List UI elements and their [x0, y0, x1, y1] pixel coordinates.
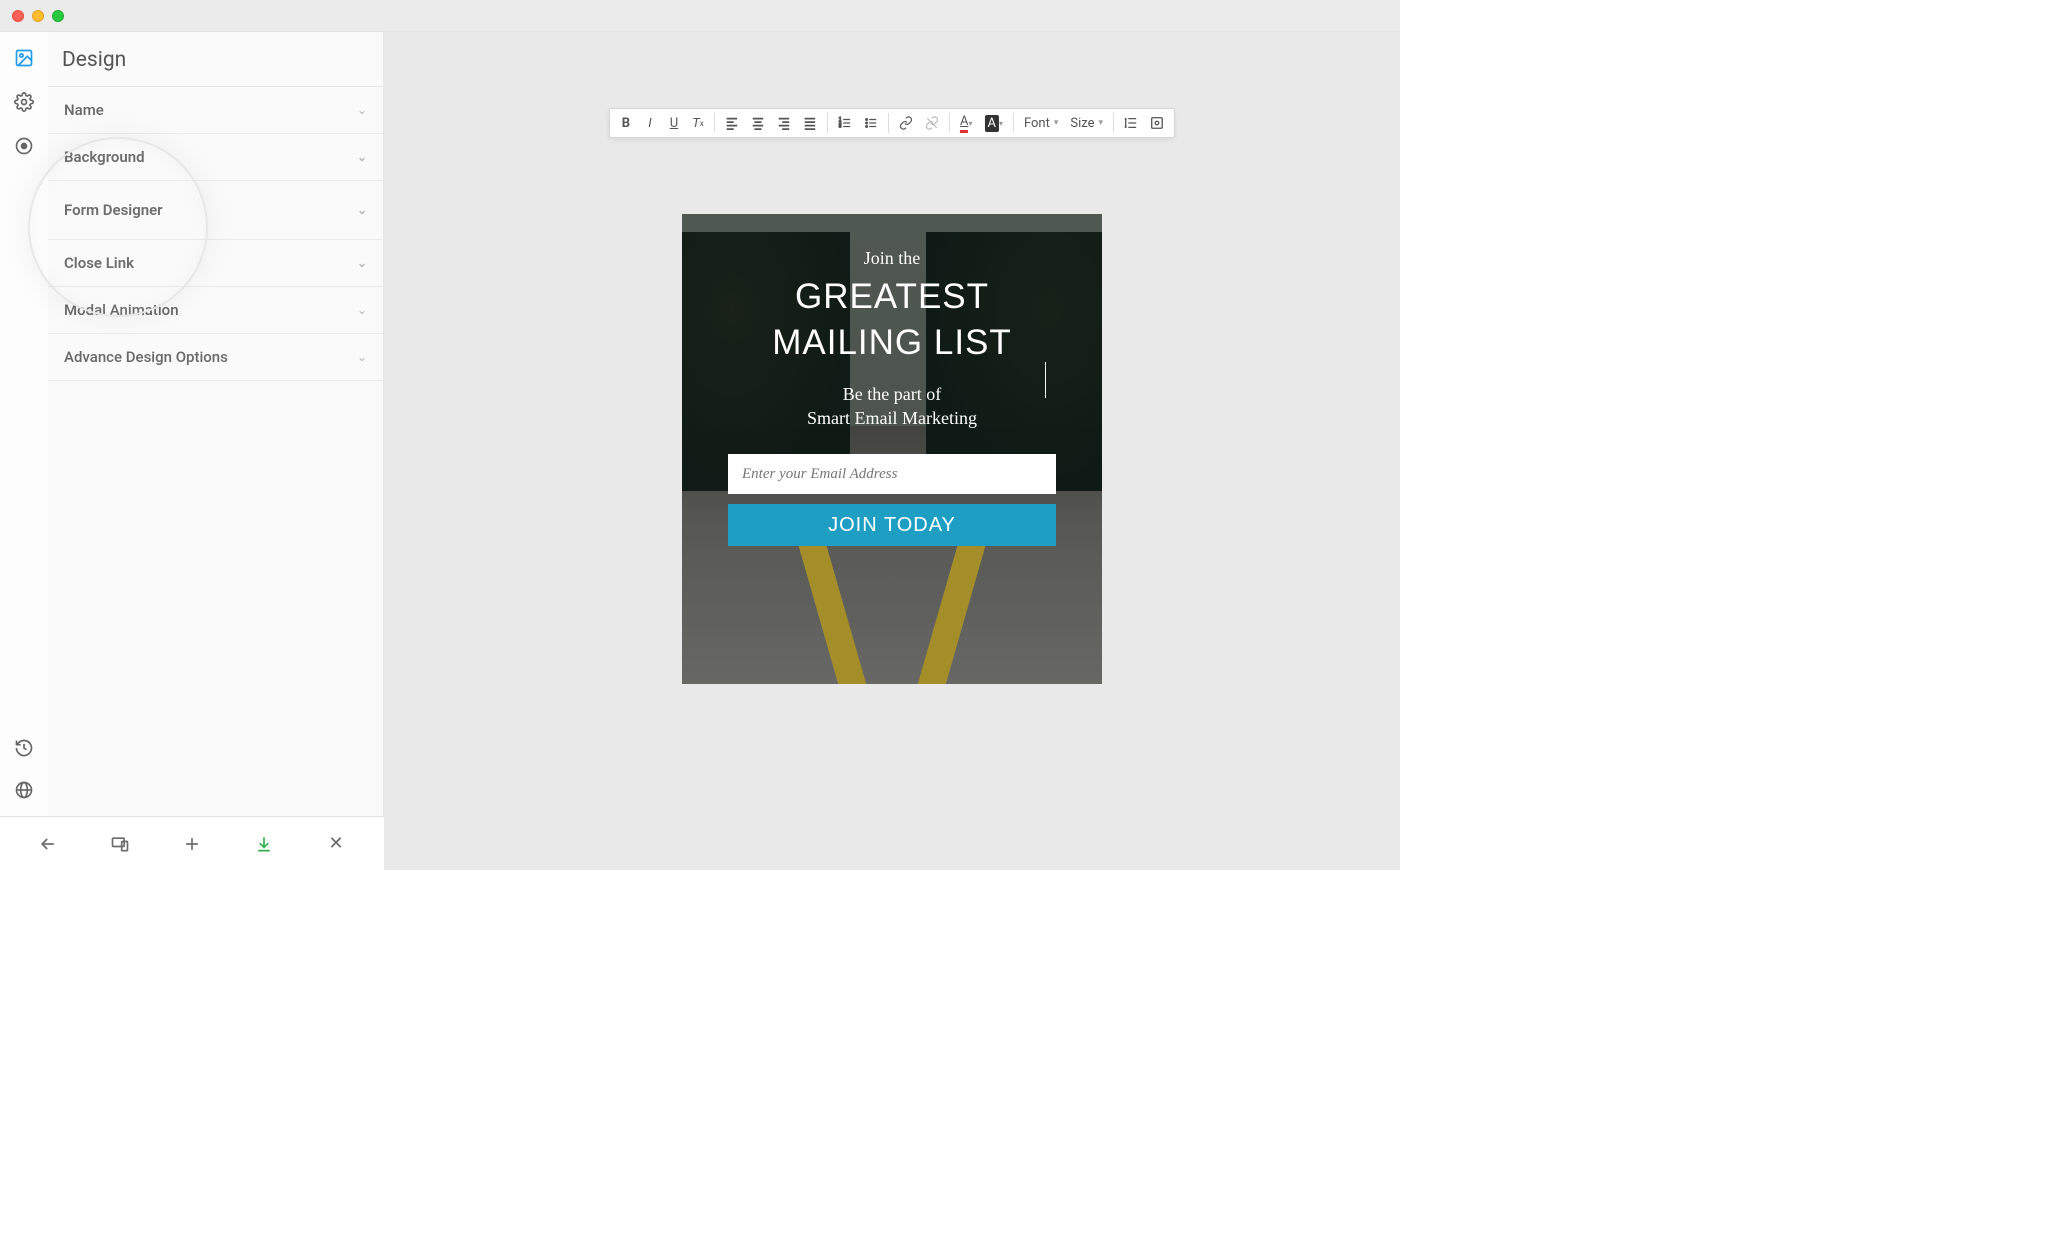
modal-content: Join the GREATEST MAILING LIST Be the pa…: [682, 214, 1102, 580]
section-background[interactable]: Background ⌄: [48, 134, 383, 181]
separator: [1013, 113, 1014, 133]
modal-preline[interactable]: Join the: [716, 248, 1068, 269]
section-modal-animation[interactable]: Modal Animation ⌄: [48, 287, 383, 334]
separator: [827, 113, 828, 133]
modal-subline-2[interactable]: Smart Email Marketing: [716, 406, 1068, 430]
line-height-button[interactable]: [1118, 109, 1144, 137]
delete-button[interactable]: ✕: [322, 830, 350, 858]
globe-icon[interactable]: [14, 780, 34, 800]
font-label: Font: [1024, 116, 1050, 131]
close-window-icon[interactable]: [12, 10, 24, 22]
app-window: Design Name ⌄ Background ⌄ Form Designer…: [0, 0, 1400, 870]
bottom-toolbar: ✕: [0, 816, 384, 870]
modal-preview[interactable]: Join the GREATEST MAILING LIST Be the pa…: [682, 214, 1102, 684]
font-dropdown[interactable]: Font▾: [1018, 109, 1064, 137]
email-input[interactable]: [728, 454, 1056, 494]
clear-format-button[interactable]: Tx: [686, 109, 710, 137]
section-label: Form Designer: [64, 201, 163, 219]
background-color-button[interactable]: A▾: [978, 109, 1009, 137]
italic-button[interactable]: I: [638, 109, 662, 137]
chevron-down-icon: ⌄: [357, 256, 367, 270]
svg-text:3: 3: [839, 124, 842, 129]
separator: [888, 113, 889, 133]
text-caret: [1045, 362, 1046, 398]
modal-headline-1[interactable]: GREATEST: [716, 277, 1068, 317]
add-button[interactable]: [178, 830, 206, 858]
align-left-button[interactable]: [719, 109, 745, 137]
chevron-down-icon: ⌄: [357, 203, 367, 217]
section-label: Background: [64, 148, 145, 166]
source-button[interactable]: [1144, 109, 1170, 137]
separator: [949, 113, 950, 133]
icon-rail: [0, 32, 48, 870]
device-preview-button[interactable]: [106, 830, 134, 858]
section-advance-design[interactable]: Advance Design Options ⌄: [48, 334, 383, 381]
chevron-down-icon: ⌄: [357, 150, 367, 164]
maximize-window-icon[interactable]: [52, 10, 64, 22]
unlink-button[interactable]: [919, 109, 945, 137]
section-close-link[interactable]: Close Link ⌄: [48, 240, 383, 287]
modal-headline-2[interactable]: MAILING LIST: [716, 323, 1068, 363]
underline-button[interactable]: U: [662, 109, 686, 137]
history-icon[interactable]: [14, 738, 34, 758]
section-label: Name: [64, 101, 104, 119]
section-list: Name ⌄ Background ⌄ Form Designer ⌄ Clos…: [48, 87, 383, 381]
size-label: Size: [1070, 116, 1094, 131]
size-dropdown[interactable]: Size▾: [1064, 109, 1109, 137]
modal-subline-1[interactable]: Be the part of: [716, 382, 1068, 406]
target-tab-icon[interactable]: [14, 136, 34, 156]
minimize-window-icon[interactable]: [32, 10, 44, 22]
download-button[interactable]: [250, 830, 278, 858]
align-justify-button[interactable]: [797, 109, 823, 137]
link-button[interactable]: [893, 109, 919, 137]
design-sidebar: Design Name ⌄ Background ⌄ Form Designer…: [48, 32, 384, 870]
separator: [1113, 113, 1114, 133]
separator: [714, 113, 715, 133]
window-titlebar: [0, 0, 1400, 32]
chevron-down-icon: ⌄: [357, 350, 367, 364]
settings-tab-icon[interactable]: [14, 92, 34, 112]
section-label: Advance Design Options: [64, 348, 228, 366]
section-name[interactable]: Name ⌄: [48, 87, 383, 134]
align-center-button[interactable]: [745, 109, 771, 137]
chevron-down-icon: ⌄: [357, 303, 367, 317]
rich-text-toolbar: B I U Tx 123 A▾ A▾ Font▾ Siz: [609, 108, 1175, 138]
section-label: Close Link: [64, 254, 134, 272]
section-label: Modal Animation: [64, 301, 179, 319]
sidebar-title: Design: [48, 32, 383, 87]
bold-button[interactable]: B: [614, 109, 638, 137]
join-button[interactable]: JOIN TODAY: [728, 504, 1056, 546]
chevron-down-icon: ⌄: [357, 103, 367, 117]
image-tab-icon[interactable]: [14, 48, 34, 68]
editor-canvas[interactable]: B I U Tx 123 A▾ A▾ Font▾ Siz: [384, 32, 1400, 870]
section-form-designer[interactable]: Form Designer ⌄: [48, 181, 383, 240]
text-color-button[interactable]: A▾: [954, 109, 979, 137]
unordered-list-button[interactable]: [858, 109, 884, 137]
ordered-list-button[interactable]: 123: [832, 109, 858, 137]
align-right-button[interactable]: [771, 109, 797, 137]
back-button[interactable]: [34, 830, 62, 858]
